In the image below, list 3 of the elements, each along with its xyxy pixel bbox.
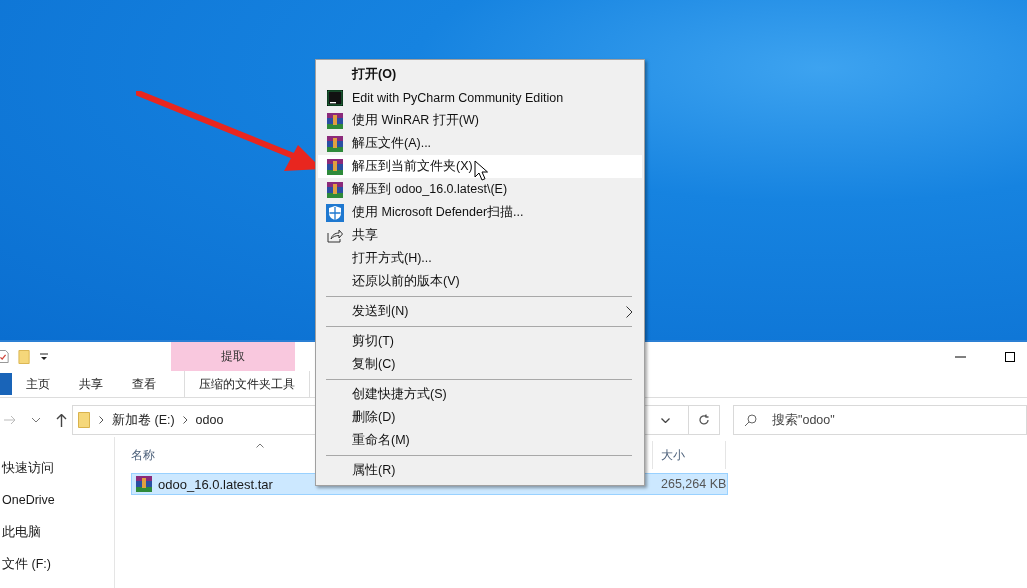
contextual-tab-header: 提取 xyxy=(171,342,295,371)
file-name: odoo_16.0.latest.tar xyxy=(158,476,274,492)
file-size: 265,264 KB xyxy=(661,477,727,491)
